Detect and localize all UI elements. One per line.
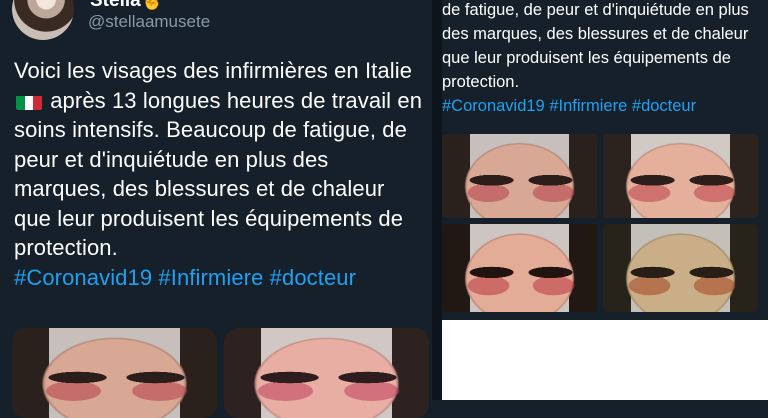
tweet-photo-4[interactable] [603, 224, 758, 312]
tweet-photo-1[interactable] [442, 134, 597, 218]
tweet-text: Voici les visages des infirmières en Ita… [14, 56, 424, 292]
hashtag-link[interactable]: #docteur [632, 97, 696, 115]
tweet-photo-3[interactable] [442, 224, 597, 312]
hashtag-link[interactable]: #docteur [270, 265, 356, 290]
tweet-photo-2[interactable] [224, 328, 429, 418]
user-avatar[interactable] [12, 0, 74, 40]
divider [432, 0, 442, 400]
blank-area [442, 320, 768, 400]
tweet-photo-2[interactable] [603, 134, 758, 218]
hashtag-link[interactable]: #Coronavid19 [442, 97, 545, 115]
user-handle[interactable]: @stellaamusete [88, 12, 210, 32]
italy-flag-icon [16, 92, 42, 110]
tweet-photo-1[interactable] [12, 328, 217, 418]
tweet-text: de fatigue, de peur et d'inquiétude en p… [442, 0, 768, 118]
hashtag-link[interactable]: #Coronavid19 [14, 265, 152, 290]
left-tweet: Stella✌️ @stellaamusete Voici les visage… [0, 0, 432, 418]
hashtag-link[interactable]: #Infirmiere [549, 97, 627, 115]
tweet-text-body: de fatigue, de peur et d'inquiétude en p… [442, 1, 749, 91]
right-tweet: de fatigue, de peur et d'inquiétude en p… [442, 0, 768, 400]
tweet-text-part2: après 13 longues heures de travail en so… [14, 87, 423, 261]
display-name[interactable]: Stella✌️ [90, 0, 164, 12]
hashtag-link[interactable]: #Infirmiere [158, 265, 263, 290]
tweet-text-part1: Voici les visages des infirmières en Ita… [14, 58, 413, 83]
